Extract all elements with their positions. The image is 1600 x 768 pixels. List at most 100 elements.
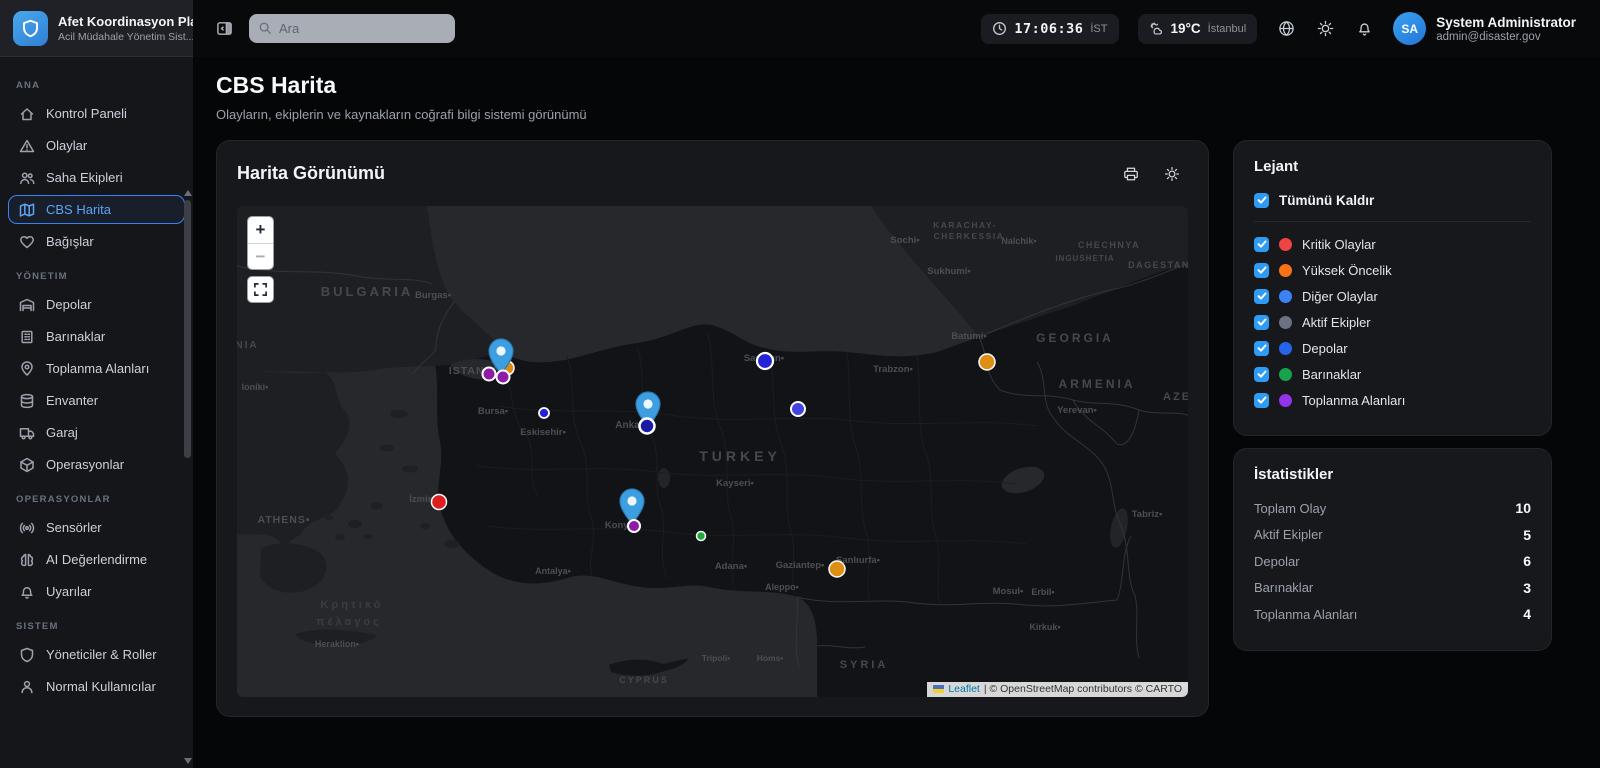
theme-toggle-button[interactable]: [1315, 19, 1335, 39]
cloud-sun-icon: [1149, 21, 1164, 36]
scroll-down-arrow[interactable]: [184, 758, 192, 764]
checkbox-checked[interactable]: [1254, 193, 1269, 208]
map-theme-button[interactable]: [1162, 164, 1182, 184]
notifications-button[interactable]: [1354, 19, 1374, 39]
checkbox-checked[interactable]: [1254, 237, 1269, 252]
zoom-in-button[interactable]: +: [248, 217, 273, 243]
checkbox-checked[interactable]: [1254, 367, 1269, 382]
map-marker-dot[interactable]: [979, 354, 995, 370]
attribution-text: | © OpenStreetMap contributors © CARTO: [984, 683, 1182, 695]
avatar[interactable]: SA: [1393, 12, 1426, 45]
sidebar-collapse-button[interactable]: [213, 18, 235, 40]
legend-title: Lejant: [1254, 158, 1531, 175]
sidebar-item-saha-ekipleri[interactable]: Saha Ekipleri: [8, 163, 185, 192]
sidebar-item-operasyonlar[interactable]: Operasyonlar: [8, 450, 185, 479]
map-canvas[interactable]: BULGARIABurgas•NIAloniki•Sochi•KARACHAY-…: [237, 206, 1188, 697]
map-label: Erbil•: [1031, 587, 1054, 597]
weather-widget: 19°C İstanbul: [1138, 14, 1258, 44]
legend-color-dot: [1279, 394, 1292, 407]
map-marker-dot[interactable]: [432, 495, 447, 510]
map-label: Κρητικό: [321, 599, 384, 611]
app-title: Afet Koordinasyon Pla...: [58, 14, 208, 29]
checkbox-checked[interactable]: [1254, 393, 1269, 408]
topbar: 17:06:36 İST 19°C İstanbul SA System Adm…: [193, 0, 1600, 57]
map-label: TURKEY: [699, 448, 781, 464]
map-marker-dot[interactable]: [697, 532, 706, 541]
checkbox-checked[interactable]: [1254, 341, 1269, 356]
map-label: CHECHNYA: [1078, 240, 1140, 250]
map-label: Nalchik•: [1001, 236, 1036, 246]
ukraine-flag-icon: [933, 685, 944, 693]
sidebar-item-depolar[interactable]: Depolar: [8, 290, 185, 319]
legend-item-aktif-ekipler[interactable]: Aktif Ekipler: [1254, 314, 1531, 330]
map-label: Sukhumi•: [927, 266, 971, 277]
map-marker-dot[interactable]: [628, 520, 640, 532]
stat-value: 4: [1523, 606, 1531, 622]
checkbox-checked[interactable]: [1254, 263, 1269, 278]
legend-item-di-er-olaylar[interactable]: Diğer Olaylar: [1254, 288, 1531, 304]
sidebar-item-ai-de-erlendirme[interactable]: AI Değerlendirme: [8, 545, 185, 574]
fullscreen-button[interactable]: [247, 276, 274, 303]
map-marker-dot[interactable]: [483, 368, 496, 381]
checkbox-checked[interactable]: [1254, 289, 1269, 304]
legend-color-dot: [1279, 264, 1292, 277]
sidebar-item-label: Barınaklar: [46, 329, 105, 344]
map-label: Kayseri•: [716, 478, 754, 489]
app-header[interactable]: Afet Koordinasyon Pla... Acil Müdahale Y…: [0, 0, 193, 57]
sidebar-item-uyar-lar[interactable]: Uyarılar: [8, 577, 185, 606]
legend-toggle-all[interactable]: Tümünü Kaldır: [1254, 192, 1531, 208]
temperature-value: 19°C: [1171, 21, 1201, 36]
shield-icon: [21, 19, 40, 38]
map-label: Batumi•: [951, 331, 987, 342]
sidebar-item-bar-naklar[interactable]: Barınaklar: [8, 322, 185, 351]
stat-row-bar-naklar: Barınaklar3: [1254, 580, 1531, 596]
user-name: System Administrator: [1436, 15, 1576, 30]
legend-item-toplanma-alanlar[interactable]: Toplanma Alanları: [1254, 392, 1531, 408]
map-marker-dot[interactable]: [539, 408, 549, 418]
legend-item-y-ksek-ncelik[interactable]: Yüksek Öncelik: [1254, 262, 1531, 278]
sidebar-item-normal-kullan-c-lar[interactable]: Normal Kullanıcılar: [8, 672, 185, 701]
sidebar-item-cbs-harita[interactable]: CBS Harita: [8, 195, 185, 224]
print-button[interactable]: [1121, 164, 1141, 184]
language-button[interactable]: [1276, 19, 1296, 39]
map-marker-dot[interactable]: [757, 353, 773, 369]
page-title: CBS Harita: [216, 72, 587, 99]
sidebar-item-y-neticiler-roller[interactable]: Yöneticiler & Roller: [8, 640, 185, 669]
map-marker-dot[interactable]: [640, 419, 655, 434]
sidebar-item-envanter[interactable]: Envanter: [8, 386, 185, 415]
checkbox-checked[interactable]: [1254, 315, 1269, 330]
sidebar-scrollbar[interactable]: [183, 188, 192, 766]
stats-panel: İstatistikler Toplam Olay10Aktif Ekipler…: [1233, 448, 1552, 651]
sidebar-item-kontrol-paneli[interactable]: Kontrol Paneli: [8, 99, 185, 128]
sidebar-item-label: Envanter: [46, 393, 98, 408]
legend-item-depolar[interactable]: Depolar: [1254, 340, 1531, 356]
map-label: Homs•: [757, 653, 784, 663]
map-marker-dot[interactable]: [497, 371, 510, 384]
bell-icon: [1356, 20, 1373, 37]
scroll-up-arrow[interactable]: [184, 190, 192, 196]
sidebar-item-toplanma-alanlar[interactable]: Toplanma Alanları: [8, 354, 185, 383]
user-menu[interactable]: SA System Administrator admin@disaster.g…: [1393, 12, 1576, 45]
map-label: BULGARIA: [321, 284, 414, 299]
leaflet-link[interactable]: Leaflet: [948, 683, 980, 695]
legend-color-dot: [1279, 290, 1292, 303]
map-marker-dot[interactable]: [829, 561, 845, 577]
zoom-out-button[interactable]: −: [248, 243, 273, 269]
legend-item-bar-naklar[interactable]: Barınaklar: [1254, 366, 1531, 382]
map-marker-dot[interactable]: [791, 402, 805, 416]
map-icon: [19, 202, 35, 218]
map-image[interactable]: BULGARIABurgas•NIAloniki•Sochi•KARACHAY-…: [237, 206, 1188, 697]
scrollbar-thumb[interactable]: [184, 200, 191, 458]
brain-icon: [19, 552, 35, 568]
map-label: DAGESTAN: [1128, 260, 1188, 270]
sidebar-item-garaj[interactable]: Garaj: [8, 418, 185, 447]
sun-icon: [1317, 20, 1334, 37]
search-input[interactable]: [249, 14, 455, 43]
sidebar-item-sens-rler[interactable]: Sensörler: [8, 513, 185, 542]
sidebar-item-ba-lar[interactable]: Bağışlar: [8, 227, 185, 256]
panel-collapse-icon: [216, 20, 233, 37]
legend-item-kritik-olaylar[interactable]: Kritik Olaylar: [1254, 236, 1531, 252]
sidebar-item-olaylar[interactable]: Olaylar: [8, 131, 185, 160]
legend-item-label: Depolar: [1302, 341, 1348, 356]
legend-item-label: Kritik Olaylar: [1302, 237, 1376, 252]
